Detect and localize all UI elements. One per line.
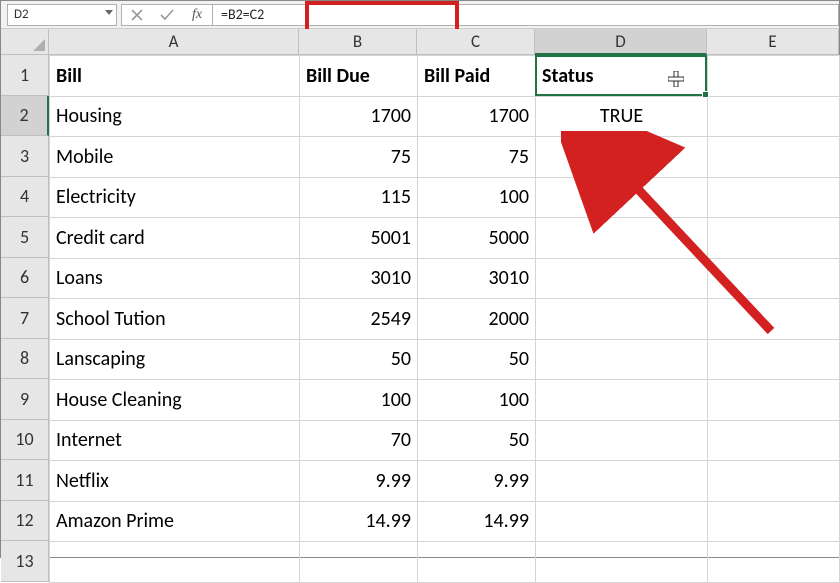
cell-D13[interactable] xyxy=(536,542,708,583)
cell-B7[interactable]: 2549 xyxy=(300,299,418,340)
cell-A13[interactable] xyxy=(50,542,300,583)
row-header-6[interactable]: 6 xyxy=(1,258,49,299)
cell-B10[interactable]: 70 xyxy=(300,420,418,461)
row-header-1[interactable]: 1 xyxy=(1,55,49,96)
row-header-3[interactable]: 3 xyxy=(1,136,49,177)
cell-D7[interactable] xyxy=(536,299,708,340)
cell-C5[interactable]: 5000 xyxy=(418,218,536,259)
cell-C1[interactable]: Bill Paid xyxy=(418,56,536,97)
cancel-formula-button[interactable] xyxy=(122,9,152,21)
formula-bar: D2 fx =B2=C2 xyxy=(1,1,839,29)
cell-A6[interactable]: Loans xyxy=(50,258,300,299)
cell-A10[interactable]: Internet xyxy=(50,420,300,461)
cell-D1[interactable]: Status xyxy=(536,56,708,97)
cell-B5[interactable]: 5001 xyxy=(300,218,418,259)
cell-D11[interactable] xyxy=(536,461,708,502)
spreadsheet-grid: 12345678910111213 ABCDE BillBill DueBill… xyxy=(1,29,839,557)
select-all-corner[interactable] xyxy=(1,29,49,55)
row-header-13[interactable]: 13 xyxy=(1,541,49,582)
cell-A5[interactable]: Credit card xyxy=(50,218,300,259)
cell-E9[interactable] xyxy=(708,380,840,421)
row-header-4[interactable]: 4 xyxy=(1,177,49,218)
cell-E10[interactable] xyxy=(708,420,840,461)
cell-C12[interactable]: 14.99 xyxy=(418,501,536,542)
cell-A1[interactable]: Bill xyxy=(50,56,300,97)
cell-E12[interactable] xyxy=(708,501,840,542)
row-headers: 12345678910111213 xyxy=(1,55,49,582)
cell-B11[interactable]: 9.99 xyxy=(300,461,418,502)
column-headers: ABCDE xyxy=(49,29,840,55)
accept-formula-button[interactable] xyxy=(152,9,182,21)
cell-A2[interactable]: Housing xyxy=(50,96,300,137)
cell-D6[interactable] xyxy=(536,258,708,299)
cell-B6[interactable]: 3010 xyxy=(300,258,418,299)
cell-B3[interactable]: 75 xyxy=(300,137,418,178)
cell-B12[interactable]: 14.99 xyxy=(300,501,418,542)
formula-text: =B2=C2 xyxy=(221,6,264,23)
row-header-10[interactable]: 10 xyxy=(1,420,49,461)
cell-A11[interactable]: Netflix xyxy=(50,461,300,502)
cell-B2[interactable]: 1700 xyxy=(300,96,418,137)
row-header-11[interactable]: 11 xyxy=(1,460,49,501)
cell-E7[interactable] xyxy=(708,299,840,340)
column-header-B[interactable]: B xyxy=(299,29,417,55)
cell-D9[interactable] xyxy=(536,380,708,421)
cell-C13[interactable] xyxy=(418,542,536,583)
cell-E1[interactable] xyxy=(708,56,840,97)
cell-D10[interactable] xyxy=(536,420,708,461)
cell-B8[interactable]: 50 xyxy=(300,339,418,380)
cell-D3[interactable] xyxy=(536,137,708,178)
row-header-5[interactable]: 5 xyxy=(1,217,49,258)
cell-E11[interactable] xyxy=(708,461,840,502)
cell-C4[interactable]: 100 xyxy=(418,177,536,218)
cell-D4[interactable] xyxy=(536,177,708,218)
cell-E6[interactable] xyxy=(708,258,840,299)
row-header-7[interactable]: 7 xyxy=(1,298,49,339)
cell-B13[interactable] xyxy=(300,542,418,583)
name-box-value: D2 xyxy=(14,7,29,22)
cell-E2[interactable] xyxy=(708,96,840,137)
cell-D2[interactable]: TRUE xyxy=(536,96,708,137)
cell-E13[interactable] xyxy=(708,542,840,583)
cell-D8[interactable] xyxy=(536,339,708,380)
cell-C6[interactable]: 3010 xyxy=(418,258,536,299)
formula-input[interactable]: =B2=C2 xyxy=(213,4,839,26)
row-header-8[interactable]: 8 xyxy=(1,339,49,380)
cell-E4[interactable] xyxy=(708,177,840,218)
cells-table: BillBill DueBill PaidStatusHousing170017… xyxy=(49,55,840,583)
cell-D12[interactable] xyxy=(536,501,708,542)
cell-A9[interactable]: House Cleaning xyxy=(50,380,300,421)
cell-C10[interactable]: 50 xyxy=(418,420,536,461)
cell-D5[interactable] xyxy=(536,218,708,259)
column-header-E[interactable]: E xyxy=(707,29,839,55)
chevron-down-icon[interactable] xyxy=(105,10,113,15)
cell-C8[interactable]: 50 xyxy=(418,339,536,380)
cell-B9[interactable]: 100 xyxy=(300,380,418,421)
cell-B4[interactable]: 115 xyxy=(300,177,418,218)
column-header-A[interactable]: A xyxy=(49,29,299,55)
row-header-12[interactable]: 12 xyxy=(1,501,49,542)
cell-A3[interactable]: Mobile xyxy=(50,137,300,178)
cell-C2[interactable]: 1700 xyxy=(418,96,536,137)
cell-E5[interactable] xyxy=(708,218,840,259)
name-box[interactable]: D2 xyxy=(7,4,117,26)
row-header-2[interactable]: 2 xyxy=(1,96,49,137)
row-header-9[interactable]: 9 xyxy=(1,379,49,420)
cell-A4[interactable]: Electricity xyxy=(50,177,300,218)
cell-A8[interactable]: Lanscaping xyxy=(50,339,300,380)
cell-C7[interactable]: 2000 xyxy=(418,299,536,340)
cell-B1[interactable]: Bill Due xyxy=(300,56,418,97)
cell-C11[interactable]: 9.99 xyxy=(418,461,536,502)
column-header-C[interactable]: C xyxy=(417,29,535,55)
fx-icon[interactable]: fx xyxy=(182,7,212,23)
cell-C9[interactable]: 100 xyxy=(418,380,536,421)
cell-E3[interactable] xyxy=(708,137,840,178)
cell-E8[interactable] xyxy=(708,339,840,380)
cell-A7[interactable]: School Tution xyxy=(50,299,300,340)
cell-C3[interactable]: 75 xyxy=(418,137,536,178)
column-header-D[interactable]: D xyxy=(535,29,707,55)
cell-A12[interactable]: Amazon Prime xyxy=(50,501,300,542)
